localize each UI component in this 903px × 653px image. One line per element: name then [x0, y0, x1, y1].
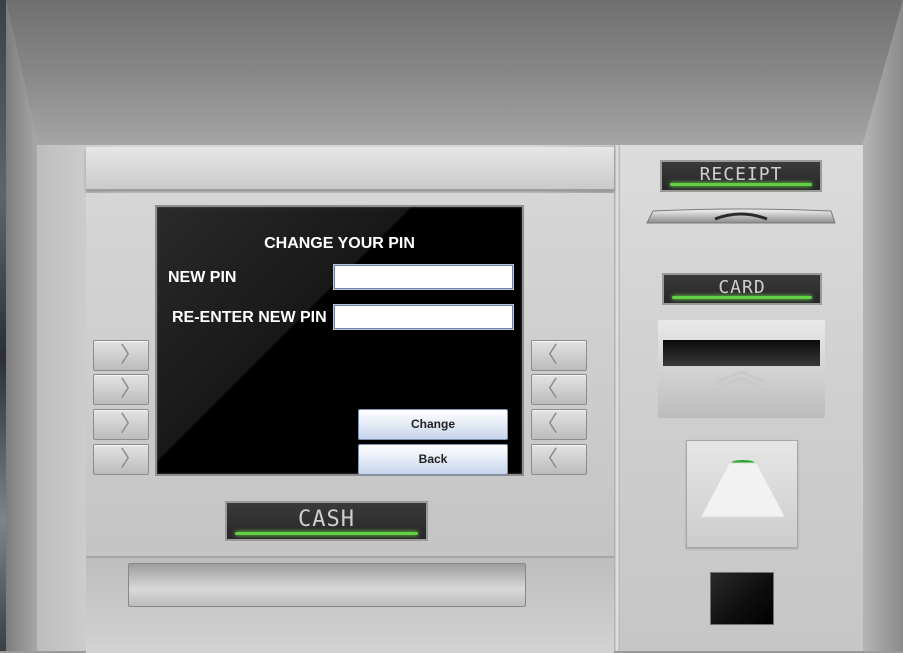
- side-key-left-1[interactable]: 〉: [93, 340, 149, 371]
- card-label-text: CARD: [718, 277, 766, 298]
- side-key-right-3[interactable]: 〈: [531, 409, 587, 440]
- reenter-pin-label: RE-ENTER NEW PIN: [172, 309, 327, 326]
- side-key-left-4[interactable]: 〉: [93, 444, 149, 475]
- card-indicator-light: [672, 296, 812, 299]
- side-key-right-2[interactable]: 〈: [531, 374, 587, 405]
- screen-title: CHANGE YOUR PIN: [264, 235, 415, 252]
- atm-hood: [6, 0, 903, 146]
- cash-label: CASH: [225, 501, 428, 541]
- card-label: CARD: [662, 273, 822, 305]
- card-slot[interactable]: [663, 340, 820, 366]
- top-band: [86, 147, 614, 191]
- side-key-left-3[interactable]: 〉: [93, 409, 149, 440]
- card-insert-panel: [686, 440, 798, 548]
- new-pin-label: NEW PIN: [168, 269, 237, 286]
- cash-dispenser-slot[interactable]: [128, 563, 526, 607]
- panel-divider: [614, 145, 620, 651]
- receipt-label-text: RECEIPT: [699, 164, 783, 185]
- cash-indicator-light: [235, 532, 418, 535]
- side-key-left-2[interactable]: 〉: [93, 374, 149, 405]
- change-button[interactable]: Change: [358, 409, 508, 440]
- card-insert-arrow-icon: [716, 370, 766, 390]
- atm-screen: CHANGE YOUR PIN NEW PIN RE-ENTER NEW PIN…: [155, 205, 524, 476]
- receipt-label: RECEIPT: [660, 160, 822, 192]
- new-pin-input[interactable]: [333, 264, 514, 290]
- card-insert-icon: [700, 460, 786, 518]
- cash-label-text: CASH: [298, 507, 355, 532]
- receipt-indicator-light: [670, 183, 812, 186]
- card-reader[interactable]: [658, 320, 825, 418]
- receipt-slot[interactable]: [645, 207, 837, 225]
- back-button[interactable]: Back: [358, 444, 508, 475]
- reenter-pin-input[interactable]: [333, 304, 514, 330]
- side-key-right-4[interactable]: 〈: [531, 444, 587, 475]
- side-key-right-1[interactable]: 〈: [531, 340, 587, 371]
- camera-window: [710, 572, 774, 625]
